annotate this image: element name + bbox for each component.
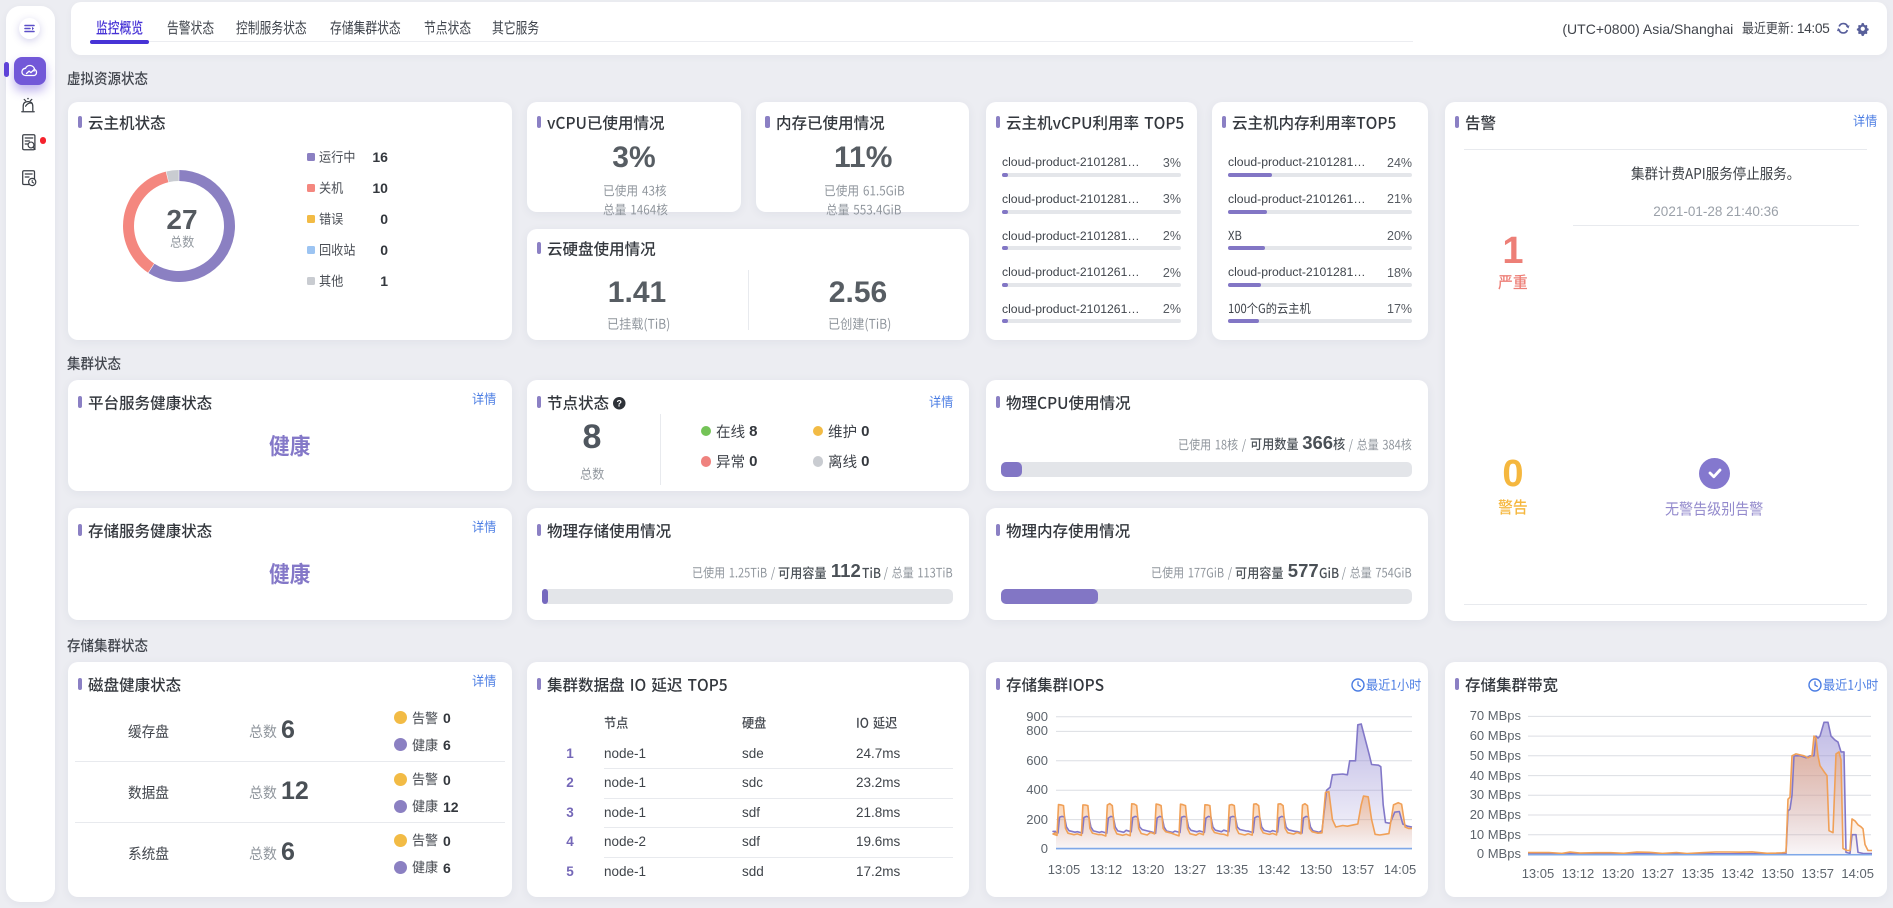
svg-text:?: ? bbox=[617, 399, 622, 409]
